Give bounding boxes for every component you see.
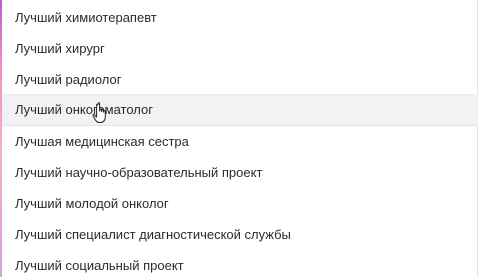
option-best-oncohematologist[interactable]: Лучший онкогематолог	[2, 94, 478, 126]
page: Лучший химиотерапевт Лучший хирург Лучши…	[0, 0, 480, 277]
option-best-nurse[interactable]: Лучшая медицинская сестра	[2, 126, 478, 157]
option-best-social-project[interactable]: Лучший социальный проект	[2, 250, 478, 277]
option-best-chemotherapist[interactable]: Лучший химиотерапевт	[2, 2, 478, 33]
category-dropdown-list[interactable]: Лучший химиотерапевт Лучший хирург Лучши…	[2, 0, 478, 277]
option-best-young-oncologist[interactable]: Лучший молодой онколог	[2, 188, 478, 219]
option-best-research-education-project[interactable]: Лучший научно-образовательный проект	[2, 157, 478, 188]
option-best-diagnostic-specialist[interactable]: Лучший специалист диагностической службы	[2, 219, 478, 250]
option-best-surgeon[interactable]: Лучший хирург	[2, 33, 478, 64]
option-best-radiologist[interactable]: Лучший радиолог	[2, 64, 478, 95]
